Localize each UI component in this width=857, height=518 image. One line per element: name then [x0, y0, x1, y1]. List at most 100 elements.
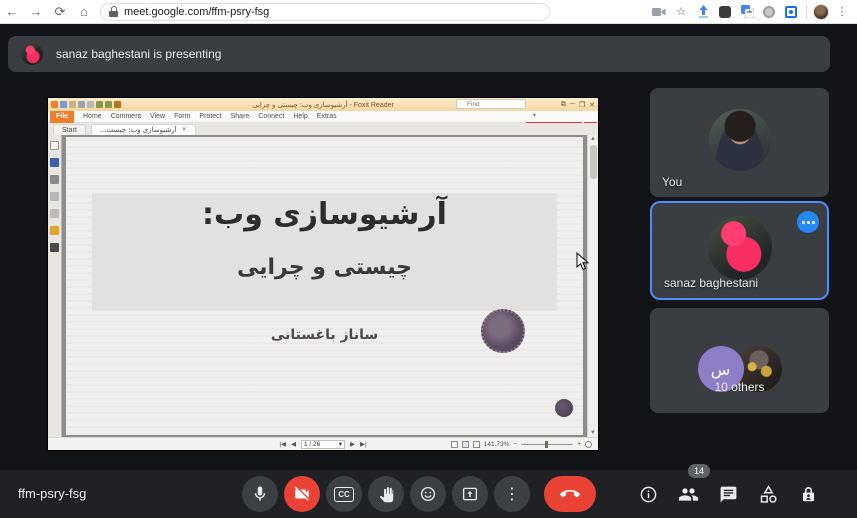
signature-panel-icon[interactable] [50, 243, 59, 252]
chat-button[interactable] [716, 482, 740, 506]
foxit-minimize-icon[interactable]: ─ [570, 101, 575, 109]
menu-connect[interactable]: Connect [258, 113, 284, 120]
microphone-button[interactable] [242, 476, 278, 512]
menu-extras[interactable]: Extras [317, 113, 337, 120]
zoom-percent: 141.73% [484, 441, 510, 448]
tab-document-label: آرشیوسازی وب: چیست... [100, 125, 177, 136]
address-bar[interactable]: meet.google.com/ffm-psry-fsg [100, 3, 550, 21]
activities-button[interactable] [756, 482, 780, 506]
camera-off-button[interactable] [284, 476, 320, 512]
qat-print-icon[interactable] [78, 101, 85, 108]
foxit-left-panel [48, 135, 62, 437]
layers-panel-icon[interactable] [50, 175, 59, 184]
foxit-restore-icon[interactable]: ❐ [579, 101, 585, 109]
tile-others[interactable]: س 10 others [650, 308, 829, 413]
show-everyone-button[interactable] [676, 482, 700, 506]
back-icon[interactable]: ← [0, 4, 24, 19]
more-options-button[interactable]: ⋮ [494, 476, 530, 512]
scrollbar-thumb[interactable] [590, 145, 597, 179]
menu-help[interactable]: Help [293, 113, 307, 120]
participant-count-badge: 14 [688, 464, 710, 478]
zoom-out-icon[interactable]: − [513, 441, 517, 448]
foxit-tabbar: Start آرشیوسازی وب: چیست... ✕ [48, 123, 598, 135]
meeting-details-button[interactable] [636, 482, 660, 506]
tile-presenter[interactable]: sanaz baghestani [650, 201, 829, 300]
raise-hand-button[interactable] [368, 476, 404, 512]
activities-icon [758, 484, 779, 505]
raise-hand-icon [378, 486, 395, 503]
next-page-icon[interactable]: ▶ [350, 440, 355, 448]
tab-list-dropdown-icon[interactable]: ▾ [533, 112, 536, 119]
presenter-banner-avatar [21, 43, 43, 65]
bookmark-star-icon[interactable]: ☆ [672, 3, 690, 21]
purple-stamp-logo [481, 309, 525, 353]
extension-adblock-icon[interactable] [760, 3, 778, 21]
qat-undo-icon[interactable] [96, 101, 103, 108]
tab-start[interactable]: Start [53, 124, 86, 135]
last-page-icon[interactable]: ▶| [360, 440, 367, 448]
extension-pocket-icon[interactable] [694, 3, 712, 21]
media-camera-icon[interactable] [650, 3, 668, 21]
attachments-panel-icon[interactable] [50, 209, 59, 218]
find-input[interactable] [456, 99, 526, 109]
page-dropdown-icon[interactable]: ▾ [339, 440, 342, 448]
zoom-in-icon[interactable]: + [577, 441, 581, 448]
page-number-box[interactable]: 1 / 26 ▾ [301, 440, 345, 449]
microphone-icon [251, 485, 269, 503]
extension-screenshot-icon[interactable] [782, 3, 800, 21]
qat-redo-icon[interactable] [105, 101, 112, 108]
facing-view-icon[interactable] [473, 441, 480, 448]
browser-menu-icon[interactable]: ⋮ [833, 3, 851, 21]
meet-bottom-bar: ffm-psry-fsg CC [0, 470, 857, 518]
qat-mail-icon[interactable] [87, 101, 94, 108]
leave-call-button[interactable] [544, 476, 596, 512]
security-panel-icon[interactable] [50, 226, 59, 235]
menu-comment[interactable]: Comment [111, 113, 141, 120]
present-button[interactable] [452, 476, 488, 512]
tab-document[interactable]: آرشیوسازی وب: چیست... ✕ [91, 124, 196, 135]
captions-button[interactable]: CC [326, 476, 362, 512]
menu-share[interactable]: Share [231, 113, 250, 120]
menu-form[interactable]: Form [174, 113, 190, 120]
zoom-slider[interactable] [521, 444, 573, 445]
prev-page-icon[interactable]: ◀ [291, 440, 296, 448]
menu-protect[interactable]: Protect [199, 113, 221, 120]
qat-customize-icon[interactable] [114, 101, 121, 108]
browser-profile-avatar[interactable] [813, 4, 829, 20]
info-icon [639, 485, 658, 504]
menu-file[interactable]: File [50, 111, 74, 123]
continuous-view-icon[interactable] [462, 441, 469, 448]
document-scrollbar[interactable]: ▲ ▼ [587, 135, 598, 437]
zoom-slider-knob[interactable] [545, 441, 548, 448]
scroll-down-icon[interactable]: ▼ [588, 430, 598, 436]
pages-panel-icon[interactable] [50, 158, 59, 167]
qat-app-icon[interactable] [51, 101, 58, 108]
qat-save-icon[interactable] [60, 101, 67, 108]
foxit-quick-access-toolbar[interactable] [51, 101, 121, 108]
scroll-up-icon[interactable]: ▲ [588, 136, 598, 142]
tile-options-icon[interactable] [797, 211, 819, 233]
first-page-icon[interactable]: |◀ [279, 440, 286, 448]
browser-toolbar: ← → ⟳ ⌂ meet.google.com/ffm-psry-fsg ☆ ⋮ [0, 0, 857, 24]
document-canvas: آرشیوسازی وب: چیستی و چرایی ساناز باغستا… [62, 135, 587, 437]
menu-home[interactable]: Home [83, 113, 102, 120]
foxit-collab-icon[interactable]: ⧉ [561, 101, 566, 109]
single-page-view-icon[interactable] [451, 441, 458, 448]
fit-page-icon[interactable] [585, 441, 592, 448]
forward-icon[interactable]: → [24, 4, 48, 19]
host-controls-button[interactable] [796, 482, 820, 506]
menu-view[interactable]: View [150, 113, 165, 120]
home-icon[interactable]: ⌂ [72, 4, 96, 19]
tile-you[interactable]: You [650, 88, 829, 197]
reload-icon[interactable]: ⟳ [48, 4, 72, 20]
extension-dark-icon[interactable] [716, 3, 734, 21]
pdf-page: آرشیوسازی وب: چیستی و چرایی ساناز باغستا… [66, 137, 583, 435]
reactions-button[interactable] [410, 476, 446, 512]
comments-panel-icon[interactable] [50, 192, 59, 201]
tab-close-icon[interactable]: ✕ [182, 125, 187, 136]
foxit-close-icon[interactable]: ✕ [589, 101, 595, 109]
small-purple-dot [555, 399, 573, 417]
qat-open-icon[interactable] [69, 101, 76, 108]
bookmarks-panel-icon[interactable] [50, 141, 59, 150]
extension-translate-icon[interactable] [738, 3, 756, 21]
